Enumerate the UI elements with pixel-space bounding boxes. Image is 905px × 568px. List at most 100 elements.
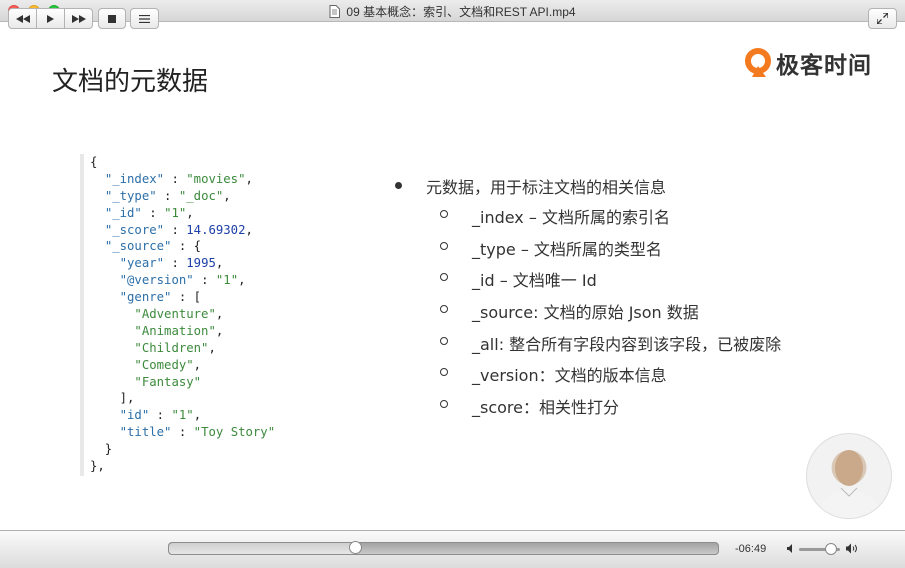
code-token: , <box>238 273 246 288</box>
list-icon <box>139 14 150 23</box>
playback-scrubber[interactable] <box>168 541 719 555</box>
code-line: "Comedy", <box>90 357 305 374</box>
code-token: : <box>149 408 172 423</box>
time-remaining: -06:49 <box>735 543 767 555</box>
code-line: }, <box>90 458 305 475</box>
playback-scrubber-knob[interactable] <box>349 541 363 554</box>
code-token: : <box>164 171 187 186</box>
code-line: "Adventure", <box>90 306 305 323</box>
presenter-webcam <box>806 433 892 519</box>
code-token: , <box>223 188 231 203</box>
code-token: , <box>186 205 194 220</box>
volume-slider[interactable] <box>799 543 840 555</box>
code-token: "Animation" <box>134 323 216 338</box>
code-token: 1995 <box>186 256 216 271</box>
rewind-button[interactable] <box>8 8 37 29</box>
code-token: , <box>215 256 224 271</box>
code-line: "_index" : "movies", <box>90 171 305 188</box>
code-token: : <box>141 205 165 220</box>
code-token: "movies" <box>186 171 246 186</box>
geektime-logo-icon <box>745 48 771 77</box>
code-token: : <box>193 273 216 288</box>
code-token: { <box>90 155 98 169</box>
code-token: } <box>90 442 113 457</box>
fast-forward-button[interactable] <box>64 8 93 29</box>
stop-icon <box>108 14 116 23</box>
code-line: "_source" : { <box>90 238 305 255</box>
code-token: "1" <box>215 273 239 288</box>
playlist-button[interactable] <box>130 8 159 29</box>
fullscreen-icon <box>877 13 888 24</box>
volume-low-icon[interactable] <box>787 544 796 553</box>
code-token: "Fantasy" <box>134 374 202 389</box>
code-token: "title" <box>119 425 172 440</box>
playback-progress-fill <box>169 543 357 554</box>
code-line: ], <box>90 390 305 407</box>
code-token: "year" <box>119 256 165 271</box>
stop-button[interactable] <box>98 8 126 29</box>
code-token: , <box>215 307 224 322</box>
code-token: "_score" <box>104 222 165 237</box>
code-token: "1" <box>171 408 194 423</box>
code-token: , <box>245 222 253 237</box>
play-icon <box>47 14 54 23</box>
code-token: "Toy Story" <box>193 425 276 440</box>
code-line: "_type" : "_doc", <box>90 188 305 205</box>
code-token: "@version" <box>119 273 194 288</box>
code-line: "year" : 1995, <box>90 255 305 272</box>
bullet-sub-source: _source: 文档的原始 Json 数据 <box>392 299 781 331</box>
video-frame: 文档的元数据 极客时间 { "_index" : "movies", "_typ… <box>0 22 905 530</box>
code-token: : <box>164 256 187 271</box>
code-line: "@version" : "1", <box>90 272 305 289</box>
code-token: "Adventure" <box>134 307 216 322</box>
code-token: 14.69302 <box>186 222 246 237</box>
code-token: "_source" <box>104 239 172 254</box>
volume-slider-knob[interactable] <box>824 543 837 555</box>
code-token: : <box>164 222 187 237</box>
rewind-icon <box>15 14 30 23</box>
play-button[interactable] <box>36 8 65 29</box>
code-token: }, <box>90 459 105 474</box>
bullet-sub-all: _all: 整合所有字段内容到该字段，已被废除 <box>392 331 781 363</box>
code-line: "title" : "Toy Story" <box>90 424 305 441</box>
bullet-sub-version: _version：文档的版本信息 <box>392 362 781 394</box>
volume-high-icon[interactable] <box>846 543 859 554</box>
code-token: : <box>156 188 179 203</box>
code-token: "_id" <box>104 205 142 220</box>
bullet-sub-index: _index – 文档所属的索引名 <box>392 204 781 236</box>
fullscreen-button[interactable] <box>868 8 897 29</box>
code-line: "genre" : [ <box>90 289 305 306</box>
code-line: "Animation", <box>90 323 305 340</box>
bullet-sub-id: _id – 文档唯一 Id <box>392 267 781 299</box>
code-token: , <box>193 357 202 372</box>
code-token: ], <box>90 391 135 406</box>
code-line: "Fantasy" <box>90 374 305 391</box>
logo-text: 极客时间 <box>776 53 872 79</box>
json-code-block: { "_index" : "movies", "_type" : "_doc",… <box>80 154 305 476</box>
code-token: , <box>208 340 216 355</box>
bullet-list: 元数据，用于标注文档的相关信息 _index – 文档所属的索引名 _type … <box>392 174 781 426</box>
code-token: , <box>193 408 202 423</box>
geektime-logo: 极客时间 <box>744 46 872 80</box>
code-token: "_doc" <box>178 188 224 203</box>
bullet-sub-score: _score：相关性打分 <box>392 394 781 426</box>
code-token: "Comedy" <box>134 357 194 372</box>
fast-forward-icon <box>71 14 86 23</box>
code-line: } <box>90 441 305 458</box>
code-line: "id" : "1", <box>90 407 305 424</box>
code-token: "genre" <box>119 290 172 305</box>
code-token: "id" <box>119 408 150 423</box>
